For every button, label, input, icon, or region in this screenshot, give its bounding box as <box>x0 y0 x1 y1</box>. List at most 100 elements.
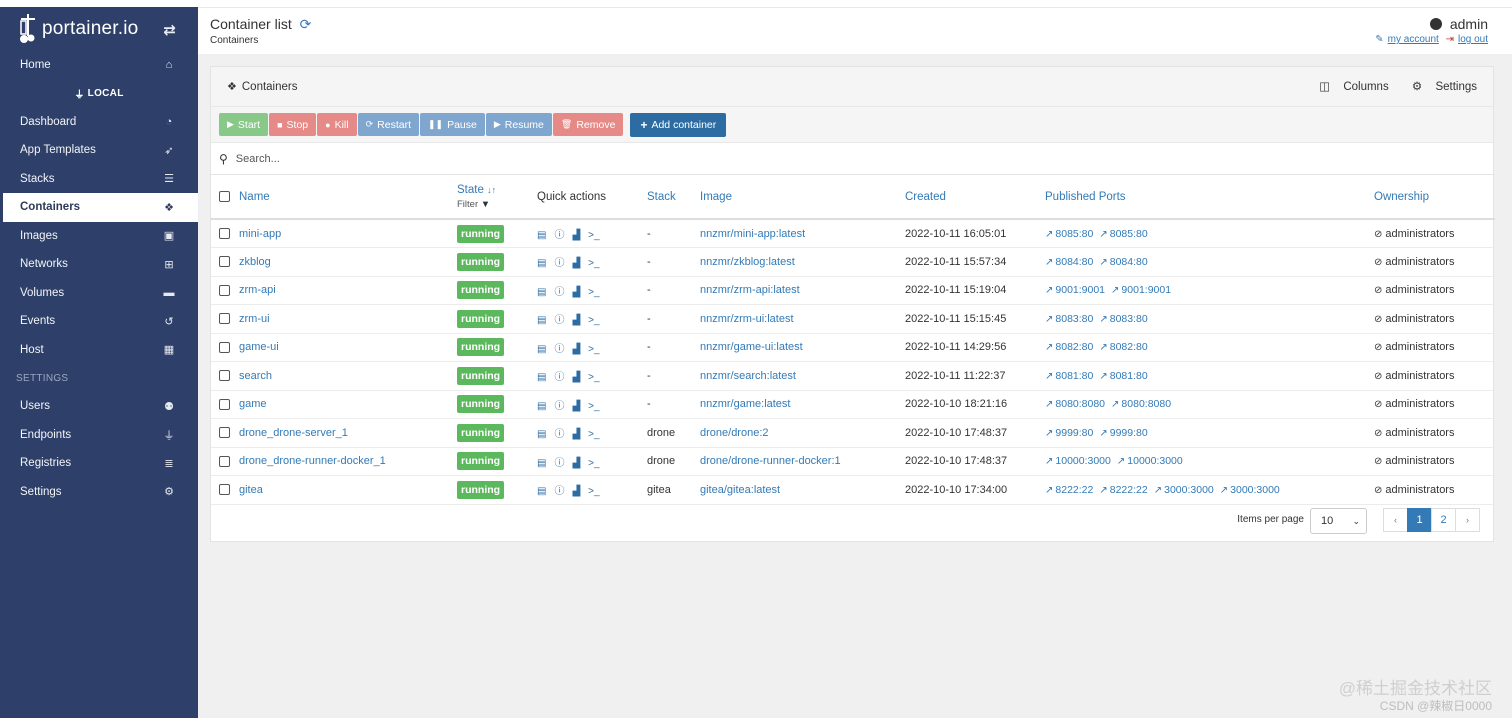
container-name-link[interactable]: zrm-api <box>239 284 276 296</box>
my-account-link[interactable]: my account <box>1388 34 1439 45</box>
state-filter[interactable]: Filter ▼ <box>457 199 537 210</box>
container-name-link[interactable]: gitea <box>239 484 263 496</box>
sidebar-item-users[interactable]: Users ⚉ <box>0 392 198 421</box>
image-link[interactable]: nnzmr/zrm-ui:latest <box>700 313 794 325</box>
console-icon[interactable]: >_ <box>588 287 599 298</box>
sidebar-item-events[interactable]: Events ↺ <box>0 307 198 336</box>
row-checkbox[interactable] <box>219 256 230 268</box>
info-icon[interactable]: ⓘ <box>554 344 564 355</box>
published-port-link[interactable]: ↗ 8080:8080 <box>1045 398 1105 410</box>
container-name-link[interactable]: mini-app <box>239 228 281 240</box>
logs-icon[interactable]: ▤ <box>537 429 546 440</box>
items-per-page-select[interactable]: 10 ⌄ <box>1310 508 1367 534</box>
console-icon[interactable]: >_ <box>588 344 599 355</box>
info-icon[interactable]: ⓘ <box>554 458 564 469</box>
sidebar-item-home[interactable]: Home ⌂ <box>0 51 198 80</box>
info-icon[interactable]: ⓘ <box>554 372 564 383</box>
kill-button[interactable]: ● Kill <box>317 113 357 136</box>
published-port-link[interactable]: ↗ 8082:80 <box>1099 341 1147 353</box>
column-header-ports[interactable]: Published Ports <box>1045 175 1374 220</box>
refresh-icon[interactable]: ⟳ <box>300 16 312 32</box>
remove-button[interactable]: 🗑 Remove <box>552 113 624 136</box>
row-checkbox[interactable] <box>219 427 230 439</box>
published-port-link[interactable]: ↗ 8081:80 <box>1099 370 1147 382</box>
settings-button[interactable]: ⚙ Settings <box>1402 81 1477 93</box>
published-port-link[interactable]: ↗ 9001:9001 <box>1045 284 1105 296</box>
container-name-link[interactable]: game <box>239 398 267 410</box>
stats-icon[interactable]: ▟ <box>572 401 580 412</box>
image-link[interactable]: drone/drone:2 <box>700 427 769 439</box>
column-header-image[interactable]: Image <box>700 175 905 220</box>
published-port-link[interactable]: ↗ 8222:22 <box>1099 484 1147 496</box>
restart-button[interactable]: ⟳ Restart <box>357 113 419 136</box>
console-icon[interactable]: >_ <box>588 458 599 469</box>
row-checkbox[interactable] <box>219 370 230 382</box>
row-checkbox[interactable] <box>219 398 230 410</box>
column-header-state[interactable]: State ↓↑ Filter ▼ <box>457 175 537 220</box>
sidebar-item-host[interactable]: Host ▦ <box>0 336 198 365</box>
published-port-link[interactable]: ↗ 8085:80 <box>1045 228 1093 240</box>
start-button[interactable]: ▶ Start <box>219 113 269 136</box>
brand[interactable]: portainer.io ⇄ <box>0 7 198 51</box>
image-link[interactable]: nnzmr/game-ui:latest <box>700 341 803 353</box>
published-port-link[interactable]: ↗ 8084:80 <box>1045 256 1093 268</box>
info-icon[interactable]: ⓘ <box>554 315 564 326</box>
logs-icon[interactable]: ▤ <box>537 372 546 383</box>
container-name-link[interactable]: search <box>239 370 272 382</box>
console-icon[interactable]: >_ <box>588 429 599 440</box>
exchange-icon[interactable]: ⇄ <box>163 21 176 39</box>
sidebar-item-registries[interactable]: Registries ≣ <box>0 449 198 478</box>
stats-icon[interactable]: ▟ <box>572 458 580 469</box>
published-port-link[interactable]: ↗ 8081:80 <box>1045 370 1093 382</box>
sidebar-item-containers[interactable]: Containers ❖ <box>0 193 198 222</box>
row-checkbox[interactable] <box>219 341 230 353</box>
published-port-link[interactable]: ↗ 8083:80 <box>1045 313 1093 325</box>
sidebar-item-settings[interactable]: Settings ⚙ <box>0 478 198 507</box>
image-link[interactable]: nnzmr/mini-app:latest <box>700 228 805 240</box>
console-icon[interactable]: >_ <box>588 486 599 497</box>
stats-icon[interactable]: ▟ <box>572 372 580 383</box>
stop-button[interactable]: ■ Stop <box>269 113 317 136</box>
sidebar-item-app-templates[interactable]: App Templates ➶ <box>0 136 198 165</box>
image-link[interactable]: gitea/gitea:latest <box>700 484 780 496</box>
console-icon[interactable]: >_ <box>588 401 599 412</box>
published-port-link[interactable]: ↗ 3000:3000 <box>1220 484 1280 496</box>
row-checkbox[interactable] <box>219 284 230 296</box>
row-checkbox[interactable] <box>219 484 230 496</box>
stats-icon[interactable]: ▟ <box>572 486 580 497</box>
select-all-checkbox[interactable] <box>219 190 230 202</box>
published-port-link[interactable]: ↗ 3000:3000 <box>1154 484 1214 496</box>
image-link[interactable]: nnzmr/game:latest <box>700 398 790 410</box>
container-name-link[interactable]: drone_drone-server_1 <box>239 427 348 439</box>
sidebar-item-volumes[interactable]: Volumes ▬ <box>0 279 198 308</box>
info-icon[interactable]: ⓘ <box>554 401 564 412</box>
console-icon[interactable]: >_ <box>588 372 599 383</box>
logs-icon[interactable]: ▤ <box>537 315 546 326</box>
resume-button[interactable]: ▶ Resume <box>485 113 552 136</box>
info-icon[interactable]: ⓘ <box>554 486 564 497</box>
image-link[interactable]: drone/drone-runner-docker:1 <box>700 455 841 467</box>
info-icon[interactable]: ⓘ <box>554 230 564 241</box>
console-icon[interactable]: >_ <box>588 230 599 241</box>
stats-icon[interactable]: ▟ <box>572 315 580 326</box>
container-name-link[interactable]: drone_drone-runner-docker_1 <box>239 455 386 467</box>
row-checkbox[interactable] <box>219 313 230 325</box>
container-name-link[interactable]: zrm-ui <box>239 313 270 325</box>
row-checkbox[interactable] <box>219 228 230 240</box>
column-header-created[interactable]: Created <box>905 175 1045 220</box>
published-port-link[interactable]: ↗ 8082:80 <box>1045 341 1093 353</box>
pause-button[interactable]: ❚❚ Pause <box>420 113 485 136</box>
sidebar-item-images[interactable]: Images ▣ <box>0 222 198 251</box>
column-header-stack[interactable]: Stack <box>647 175 700 220</box>
logs-icon[interactable]: ▤ <box>537 230 546 241</box>
console-icon[interactable]: >_ <box>588 315 599 326</box>
prev-page-button[interactable]: ‹ <box>1383 508 1408 532</box>
image-link[interactable]: nnzmr/search:latest <box>700 370 796 382</box>
published-port-link[interactable]: ↗ 8084:80 <box>1099 256 1147 268</box>
columns-button[interactable]: ◫ Columns <box>1309 81 1388 93</box>
stats-icon[interactable]: ▟ <box>572 258 580 269</box>
published-port-link[interactable]: ↗ 10000:3000 <box>1045 455 1111 467</box>
stats-icon[interactable]: ▟ <box>572 287 580 298</box>
info-icon[interactable]: ⓘ <box>554 429 564 440</box>
next-page-button[interactable]: › <box>1455 508 1480 532</box>
